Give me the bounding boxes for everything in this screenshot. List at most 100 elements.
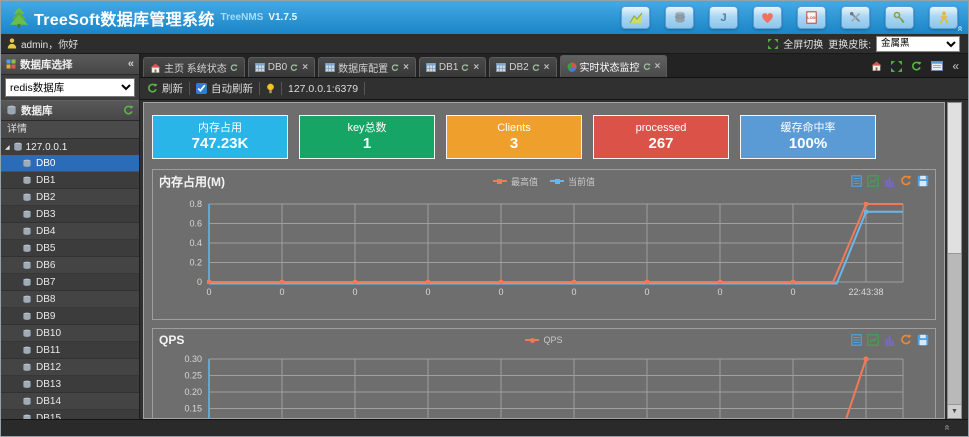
refresh-icon[interactable] bbox=[900, 175, 912, 187]
db-node-icon bbox=[22, 295, 32, 304]
area-chart-icon[interactable] bbox=[621, 6, 650, 29]
stat-card-processed: processed267 bbox=[593, 115, 729, 159]
footer-collapse-icon[interactable]: « bbox=[942, 425, 953, 431]
svg-text:0: 0 bbox=[206, 287, 211, 297]
scrollbar-thumb[interactable] bbox=[948, 103, 961, 254]
tree-node-db1[interactable]: DB1 bbox=[1, 172, 139, 189]
tree-node-label: DB13 bbox=[36, 379, 61, 390]
tab-db-config[interactable]: 数据库配置× bbox=[318, 57, 416, 77]
auto-refresh-checkbox[interactable] bbox=[196, 83, 207, 94]
svg-text:0: 0 bbox=[571, 287, 576, 297]
save-icon[interactable] bbox=[917, 334, 929, 346]
skin-select[interactable]: 金属黑 bbox=[876, 36, 960, 52]
tools-icon[interactable] bbox=[841, 6, 870, 29]
header-collapse-icon[interactable]: « bbox=[955, 26, 966, 32]
line-chart-icon[interactable] bbox=[867, 175, 879, 187]
tab-close-icon[interactable]: × bbox=[302, 62, 308, 73]
data-view-icon[interactable] bbox=[851, 175, 862, 187]
legend-item[interactable]: 当前值 bbox=[550, 175, 595, 188]
db-type-select-wrap: redis数据库 bbox=[1, 75, 139, 100]
auto-refresh-toggle[interactable]: 自动刷新 bbox=[196, 81, 253, 96]
tree-node-db5[interactable]: DB5 bbox=[1, 240, 139, 257]
user-icon bbox=[7, 38, 17, 49]
detail-column-header: 详情 bbox=[1, 121, 139, 139]
fullscreen-toggle-label[interactable]: 全屏切换 bbox=[783, 36, 823, 51]
tab-db1[interactable]: DB1× bbox=[419, 57, 486, 77]
jdbc-icon[interactable]: J bbox=[709, 6, 738, 29]
refresh-icon[interactable] bbox=[911, 61, 922, 72]
save-icon[interactable] bbox=[917, 175, 929, 187]
tab-refresh-icon[interactable] bbox=[290, 64, 298, 72]
bulb-icon[interactable] bbox=[266, 83, 275, 95]
tree-node-label: DB3 bbox=[36, 209, 55, 220]
tree-node-db14[interactable]: DB14 bbox=[1, 393, 139, 410]
tab-realtime-monitor[interactable]: 实时状态监控× bbox=[560, 55, 668, 77]
home-icon[interactable] bbox=[871, 61, 882, 71]
tree-node-db4[interactable]: DB4 bbox=[1, 223, 139, 240]
tree-node-db10[interactable]: DB10 bbox=[1, 325, 139, 342]
tab-home[interactable]: 主页 系统状态 bbox=[143, 57, 245, 77]
tabbar-collapse-icon[interactable]: « bbox=[952, 59, 959, 73]
data-view-icon[interactable] bbox=[851, 334, 862, 346]
tree-node-db9[interactable]: DB9 bbox=[1, 308, 139, 325]
db-type-select[interactable]: redis数据库 bbox=[5, 78, 135, 97]
tree-node-db0[interactable]: DB0 bbox=[1, 155, 139, 172]
tree-node-db13[interactable]: DB13 bbox=[1, 376, 139, 393]
tree-node-db6[interactable]: DB6 bbox=[1, 257, 139, 274]
sidebar-collapse-icon[interactable]: « bbox=[128, 58, 134, 70]
tree-node-server[interactable]: ◢ 127.0.0.1 bbox=[1, 139, 139, 155]
tree-node-db12[interactable]: DB12 bbox=[1, 359, 139, 376]
tree-node-db15[interactable]: DB15 bbox=[1, 410, 139, 419]
chart-title: QPS bbox=[159, 333, 184, 347]
tab-close-icon[interactable]: × bbox=[403, 62, 409, 73]
heart-icon[interactable] bbox=[753, 6, 782, 29]
legend-item[interactable]: QPS bbox=[525, 335, 562, 345]
chart-legend: QPS bbox=[153, 329, 935, 351]
tree-node-db8[interactable]: DB8 bbox=[1, 291, 139, 308]
refresh-icon[interactable] bbox=[900, 334, 912, 346]
fullscreen-icon[interactable] bbox=[891, 61, 902, 72]
chart-panel-qps: QPSQPS0.300.250.200.150.10 bbox=[152, 328, 936, 419]
chart-title: 内存占用(M) bbox=[159, 173, 225, 190]
scrollbar-track[interactable] bbox=[948, 254, 961, 404]
tab-close-icon[interactable]: × bbox=[655, 61, 661, 72]
refresh-label: 刷新 bbox=[162, 81, 183, 96]
tab-close-icon[interactable]: × bbox=[544, 62, 550, 73]
sidebar-refresh-icon[interactable] bbox=[123, 105, 134, 116]
tab-refresh-icon[interactable] bbox=[461, 64, 469, 72]
tree-node-db3[interactable]: DB3 bbox=[1, 206, 139, 223]
chart-panel-memory: 内存占用(M)最高值当前值0.80.60.40.2000000000022:43… bbox=[152, 169, 936, 320]
tree-node-db11[interactable]: DB11 bbox=[1, 342, 139, 359]
tab-db2[interactable]: DB2× bbox=[489, 57, 556, 77]
legend-symbol bbox=[493, 180, 507, 182]
bar-chart-icon[interactable] bbox=[884, 175, 895, 187]
tree-node-db2[interactable]: DB2 bbox=[1, 189, 139, 206]
legend-item[interactable]: 最高值 bbox=[493, 175, 538, 188]
scrollbar-down-button[interactable]: ▼ bbox=[948, 404, 961, 418]
db-node-icon bbox=[22, 159, 32, 168]
stat-card-value: 1 bbox=[363, 135, 371, 153]
tab-close-icon[interactable]: × bbox=[473, 62, 479, 73]
sidebar: 数据库选择 « redis数据库 数据库 bbox=[1, 54, 140, 419]
refresh-button[interactable]: 刷新 bbox=[147, 81, 183, 96]
database-icon[interactable] bbox=[665, 6, 694, 29]
tab-refresh-icon[interactable] bbox=[532, 64, 540, 72]
svg-text:0: 0 bbox=[644, 287, 649, 297]
db-node-icon bbox=[22, 261, 32, 270]
tab-list-icon[interactable] bbox=[931, 61, 943, 71]
key-icon[interactable] bbox=[885, 6, 914, 29]
tree-expander-icon[interactable]: ◢ bbox=[5, 144, 10, 151]
db-node-icon bbox=[22, 193, 32, 202]
tree-node-db7[interactable]: DB7 bbox=[1, 274, 139, 291]
tabbar-actions: « bbox=[871, 59, 964, 77]
tab-refresh-icon[interactable] bbox=[230, 64, 238, 72]
tab-refresh-icon[interactable] bbox=[391, 64, 399, 72]
vertical-scrollbar[interactable]: ▼ bbox=[947, 102, 962, 419]
legend-symbol bbox=[525, 339, 539, 341]
fullscreen-icon[interactable] bbox=[768, 39, 778, 49]
bar-chart-icon[interactable] bbox=[884, 334, 895, 346]
log-icon[interactable]: LOG bbox=[797, 6, 826, 29]
tab-refresh-icon[interactable] bbox=[643, 63, 651, 71]
tab-db0[interactable]: DB0× bbox=[248, 57, 315, 77]
line-chart-icon[interactable] bbox=[867, 334, 879, 346]
